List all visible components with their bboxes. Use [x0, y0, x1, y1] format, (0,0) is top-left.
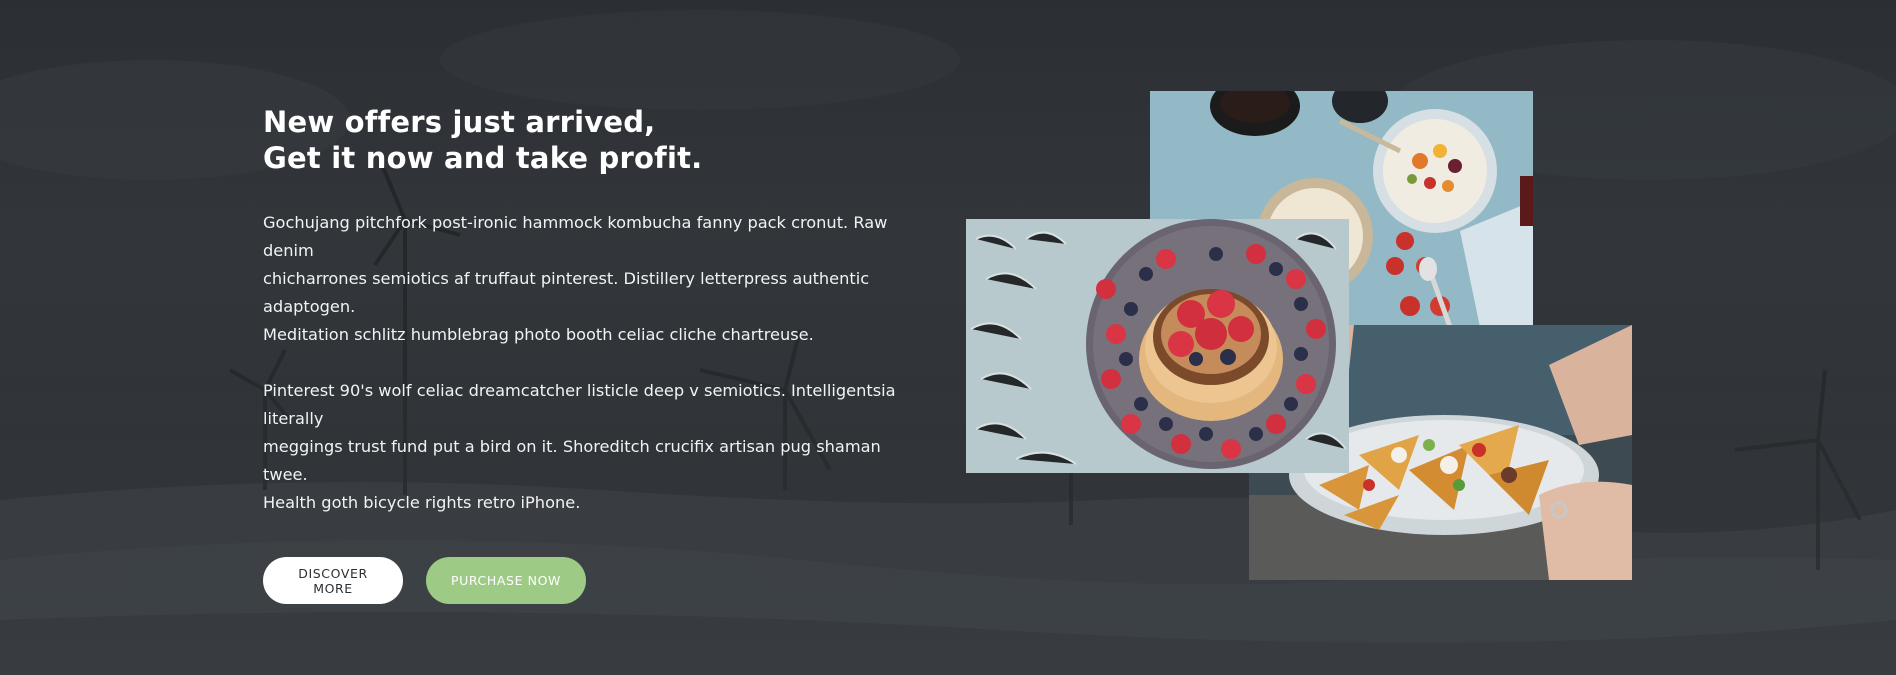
hero-headline: New offers just arrived, Get it now and …	[263, 104, 923, 176]
paragraph-1-line-1: Gochujang pitchfork post-ironic hammock …	[263, 213, 888, 260]
paragraph-2-line-3: Health goth bicycle rights retro iPhone.	[263, 493, 581, 512]
hero-button-row: DISCOVER MORE PURCHASE NOW	[263, 557, 923, 604]
hero-section: New offers just arrived, Get it now and …	[0, 0, 1896, 675]
headline-line-2: Get it now and take profit.	[263, 141, 703, 175]
purchase-now-button[interactable]: PURCHASE NOW	[426, 557, 586, 604]
paragraph-1-line-2: chicharrones semiotics af truffaut pinte…	[263, 269, 870, 316]
headline-line-1: New offers just arrived,	[263, 105, 656, 139]
hero-paragraph-2: Pinterest 90's wolf celiac dreamcatcher …	[263, 377, 923, 517]
paragraph-2-line-1: Pinterest 90's wolf celiac dreamcatcher …	[263, 381, 896, 428]
hero-paragraph-1: Gochujang pitchfork post-ironic hammock …	[263, 209, 923, 349]
paragraph-2-line-2: meggings trust fund put a bird on it. Sh…	[263, 437, 881, 484]
pancakes-berries-photo	[966, 219, 1349, 473]
discover-more-button[interactable]: DISCOVER MORE	[263, 557, 403, 604]
hero-copy: New offers just arrived, Get it now and …	[263, 104, 923, 604]
paragraph-1-line-3: Meditation schlitz humblebrag photo boot…	[263, 325, 814, 344]
